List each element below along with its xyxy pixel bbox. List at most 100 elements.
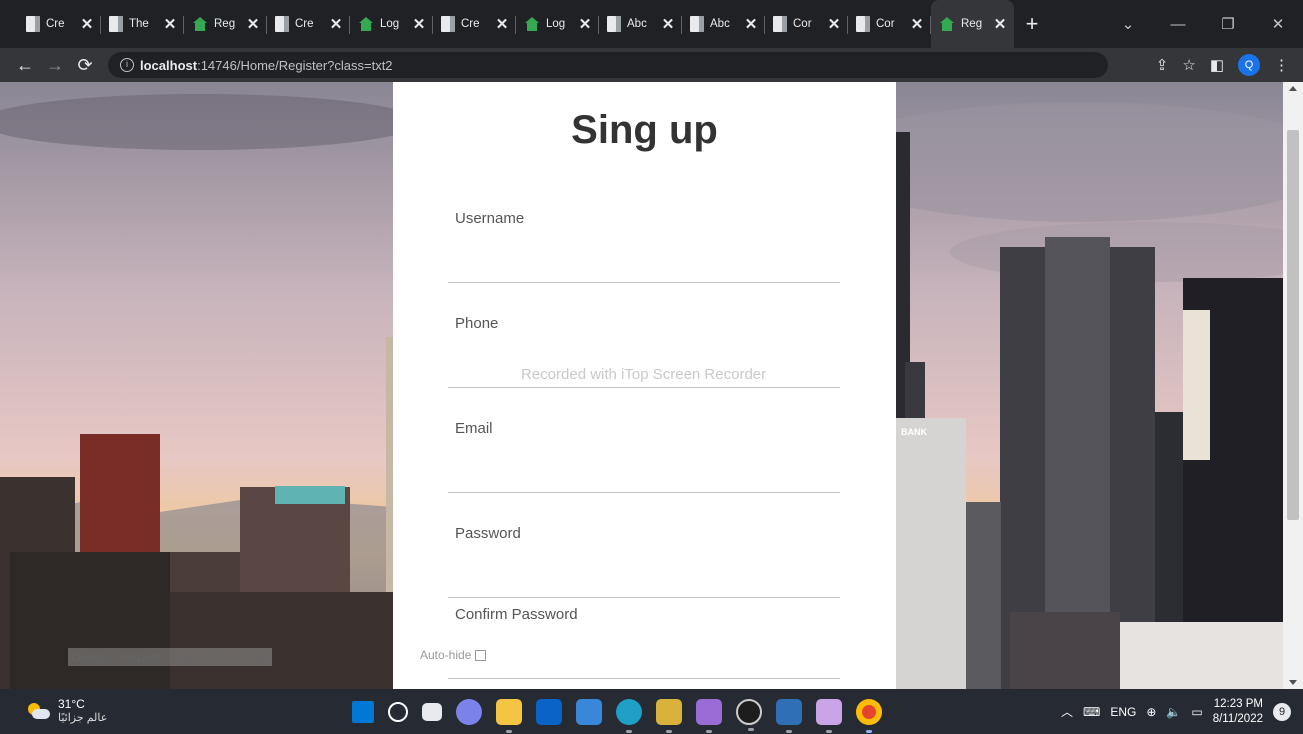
confirm-password-label: Confirm Password <box>455 606 578 623</box>
email-input[interactable] <box>448 463 840 493</box>
close-window-button[interactable]: ✕ <box>1253 15 1303 33</box>
auto-hide-checkbox[interactable] <box>475 649 487 661</box>
taskbar-apps <box>352 689 882 734</box>
browser-tab[interactable]: Abc ✕ <box>599 0 682 48</box>
language-indicator[interactable]: ENG <box>1110 705 1136 719</box>
start-icon[interactable] <box>352 700 374 723</box>
doc-icon <box>26 16 40 32</box>
task-view-icon[interactable] <box>422 702 442 721</box>
doc-icon <box>690 16 704 32</box>
browser-tab[interactable]: Cre ✕ <box>433 0 516 48</box>
snipping-tool-icon[interactable] <box>816 698 842 733</box>
tab-title: Abc <box>627 18 647 30</box>
password-field: Password <box>448 525 840 598</box>
dev-toolbar-item[interactable]: Hide <box>243 650 268 664</box>
close-tab-icon[interactable]: ✕ <box>826 15 842 33</box>
forward-icon[interactable]: → <box>40 55 70 76</box>
dev-toolbar-item[interactable]: Design <box>72 650 109 664</box>
mail-icon[interactable] <box>536 698 562 725</box>
keyboard-icon[interactable]: ⌨ <box>1083 705 1100 719</box>
restore-button[interactable]: ❐ <box>1203 15 1253 33</box>
scroll-up-icon[interactable] <box>1289 86 1297 91</box>
password-label: Password <box>455 525 521 542</box>
notification-badge[interactable]: 9 <box>1273 702 1291 721</box>
username-input[interactable] <box>448 253 840 283</box>
volume-icon[interactable]: 🔈 <box>1166 705 1181 719</box>
tab-list: Cre ✕ The ✕ Reg ✕ Cre ✕ Log ✕ Cre ✕ Log ✕ Abc ✕ Abc ✕ Cor ✕… <box>18 0 1014 48</box>
page-viewport: BANK Sing up Username Phone Recorded wit… <box>0 82 1283 689</box>
menu-kebab-icon[interactable]: ⋮ <box>1274 56 1289 74</box>
weather-description: عالم جزائيًا <box>58 712 108 724</box>
new-tab-button[interactable]: + <box>1014 11 1050 37</box>
side-panel-icon[interactable]: ◧ <box>1210 56 1224 74</box>
reload-icon[interactable]: ⟳ <box>70 55 100 76</box>
close-tab-icon[interactable]: ✕ <box>577 15 593 33</box>
browser-tab[interactable]: Cre ✕ <box>267 0 350 48</box>
clock-date: 8/11/2022 <box>1212 712 1263 725</box>
browser-tab[interactable]: Reg ✕ <box>931 0 1014 48</box>
browser-tab[interactable]: Reg ✕ <box>184 0 267 48</box>
confirm-password-input[interactable] <box>448 649 840 679</box>
browser-tab[interactable]: Cor ✕ <box>765 0 848 48</box>
browser-tab[interactable]: The ✕ <box>101 0 184 48</box>
terminal-icon[interactable] <box>776 698 802 733</box>
close-tab-icon[interactable]: ✕ <box>494 15 510 33</box>
close-tab-icon[interactable]: ✕ <box>245 15 261 33</box>
chrome-icon[interactable] <box>856 698 882 733</box>
doc-icon <box>607 16 621 32</box>
url-path: :14746/Home/Register?class=txt2 <box>197 57 393 73</box>
media-player-icon[interactable] <box>736 698 762 731</box>
bookmark-star-icon[interactable]: ☆ <box>1182 56 1195 74</box>
browser-tab[interactable]: Cre ✕ <box>18 0 101 48</box>
close-tab-icon[interactable]: ✕ <box>162 15 178 33</box>
confirm-password-field: Confirm Password <box>448 606 840 679</box>
paint-icon[interactable] <box>656 698 682 733</box>
close-tab-icon[interactable]: ✕ <box>992 15 1008 33</box>
auto-hide-toggle[interactable]: Auto-hide <box>420 648 487 662</box>
visual-studio-icon[interactable] <box>696 698 722 733</box>
edge-icon[interactable] <box>616 698 642 733</box>
share-icon[interactable]: ⇪ <box>1156 56 1169 74</box>
auto-hide-label: Auto-hide <box>420 648 472 662</box>
file-explorer-icon[interactable] <box>496 698 522 733</box>
browser-tab[interactable]: Log ✕ <box>516 0 599 48</box>
store-icon[interactable] <box>576 698 602 725</box>
home-icon <box>524 17 540 31</box>
doc-icon <box>109 16 123 32</box>
tab-search-icon[interactable]: ⌄ <box>1103 15 1153 33</box>
clock[interactable]: 12:23 PM 8/11/2022 <box>1213 697 1263 727</box>
email-label: Email <box>455 420 493 437</box>
address-bar[interactable]: i localhost :14746/Home/Register?class=t… <box>108 52 1108 78</box>
scroll-thumb[interactable] <box>1287 130 1299 520</box>
close-tab-icon[interactable]: ✕ <box>660 15 676 33</box>
search-icon[interactable] <box>388 701 408 722</box>
tab-strip: Cre ✕ The ✕ Reg ✕ Cre ✕ Log ✕ Cre ✕ Log ✕ Abc ✕ Abc ✕ Cor ✕… <box>0 0 1303 48</box>
profile-avatar[interactable]: Q <box>1238 54 1260 76</box>
toolbar-actions: ⇪ ☆ ◧ Q ⋮ <box>1156 48 1289 82</box>
site-info-icon[interactable]: i <box>120 58 134 72</box>
close-tab-icon[interactable]: ✕ <box>79 15 95 33</box>
browser-tab[interactable]: Abc ✕ <box>682 0 765 48</box>
close-tab-icon[interactable]: ✕ <box>328 15 344 33</box>
phone-label: Phone <box>455 315 499 332</box>
back-icon[interactable]: ← <box>10 55 40 76</box>
clock-time: 12:23 PM <box>1213 697 1263 710</box>
tray-overflow-icon[interactable]: ︿ <box>1061 703 1073 720</box>
browser-tab[interactable]: Cor ✕ <box>848 0 931 48</box>
page-scrollbar[interactable] <box>1283 82 1303 689</box>
browser-tab[interactable]: Log ✕ <box>350 0 433 48</box>
minimize-button[interactable]: — <box>1153 16 1203 33</box>
close-tab-icon[interactable]: ✕ <box>743 15 759 33</box>
password-input[interactable] <box>448 568 840 598</box>
dev-toolbar-item[interactable]: Save (F12) <box>172 650 231 664</box>
close-tab-icon[interactable]: ✕ <box>411 15 427 33</box>
close-tab-icon[interactable]: ✕ <box>909 15 925 33</box>
battery-icon[interactable]: ▭ <box>1191 705 1202 719</box>
dev-toolbar-item[interactable]: Inspect <box>121 650 160 664</box>
network-icon[interactable]: ⊕ <box>1146 705 1156 719</box>
username-label: Username <box>455 210 525 227</box>
weather-widget[interactable]: 31°C عالم جزائيًا <box>28 697 107 724</box>
chat-icon[interactable] <box>456 698 482 725</box>
doc-icon <box>773 16 787 32</box>
scroll-down-icon[interactable] <box>1289 680 1297 685</box>
